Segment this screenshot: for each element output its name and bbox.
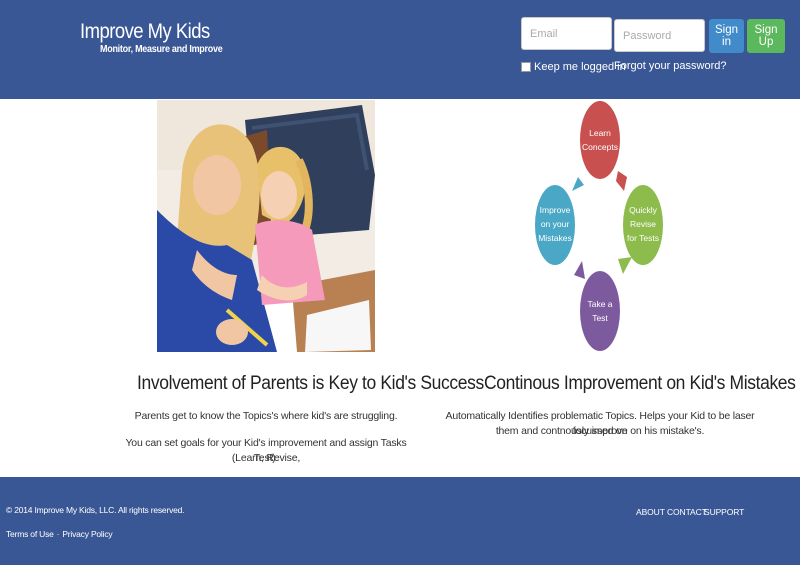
brand-logo-title[interactable]: Improve My Kids — [80, 20, 210, 44]
improve-line-2: on your — [541, 219, 570, 229]
email-field-wrapper — [521, 17, 612, 50]
improvement-section-heading: Continous Improvement on Kid's Mistakes — [484, 373, 796, 394]
test-line-1: Take a — [587, 299, 612, 309]
keep-logged-in-checkbox[interactable] — [521, 62, 531, 72]
privacy-policy-link[interactable]: Privacy Policy — [62, 529, 112, 539]
test-line-2: Test — [592, 313, 608, 323]
footer-about-link[interactable]: ABOUT — [636, 507, 665, 517]
top-navbar: Improve My Kids Monitor, Measure and Imp… — [0, 0, 800, 99]
arrow-learn-to-revise — [616, 171, 627, 191]
learn-line-1: Learn — [589, 128, 611, 138]
revise-line-2: Revise — [630, 219, 656, 229]
learning-cycle-diagram: Learn Concepts Quickly Revise for Tests … — [528, 99, 668, 354]
take-a-test-node: Take a Test — [580, 271, 620, 351]
password-input[interactable] — [615, 20, 704, 51]
improve-line-1: Improve — [540, 205, 571, 215]
password-field-wrapper — [614, 19, 705, 52]
learn-concepts-node: Learn Concepts — [580, 101, 620, 179]
footer-contact-link[interactable]: CONTACT — [667, 507, 707, 517]
improve-mistakes-node: Improve on your Mistakes — [535, 185, 575, 265]
sign-in-button[interactable]: Sign in — [709, 19, 744, 53]
keep-logged-in-label: Keep me logged in — [534, 61, 626, 73]
arrow-revise-to-test — [618, 257, 632, 274]
arrow-test-to-improve — [574, 261, 585, 279]
terms-of-use-link[interactable]: Terms of Use — [6, 529, 54, 539]
parents-section-heading: Involvement of Parents is Key to Kid's S… — [137, 373, 484, 394]
email-input[interactable] — [522, 18, 611, 49]
page-footer: © 2014 Improve My Kids, LLC. All rights … — [0, 477, 800, 565]
revise-line-1: Quickly — [629, 205, 658, 215]
arrow-improve-to-learn — [572, 177, 584, 191]
learn-line-2: Concepts — [582, 142, 618, 152]
keep-logged-in-option[interactable]: Keep me logged in — [521, 61, 626, 73]
copyright-text: © 2014 Improve My Kids, LLC. All rights … — [6, 505, 185, 515]
improve-line-3: Mistakes — [538, 233, 572, 243]
parents-section-text-1: Parents get to know the Topics's where k… — [134, 410, 398, 422]
parent-child-photo — [157, 100, 375, 352]
forgot-password-link[interactable]: Forgot your password? — [614, 60, 727, 72]
legal-links: Terms of Use · Privacy Policy — [6, 529, 113, 539]
parents-section-text-2-line-2: Test). — [253, 452, 279, 464]
legal-separator: · — [56, 529, 60, 539]
footer-support-link[interactable]: SUPPORT — [704, 507, 744, 517]
quickly-revise-node: Quickly Revise for Tests — [623, 185, 663, 265]
brand-tagline: Monitor, Measure and Improve — [100, 44, 223, 55]
sign-up-button[interactable]: Sign Up — [747, 19, 785, 53]
revise-line-3: for Tests — [627, 233, 659, 243]
improvement-section-text-line-2: them and contnously improve on his mista… — [495, 425, 705, 437]
